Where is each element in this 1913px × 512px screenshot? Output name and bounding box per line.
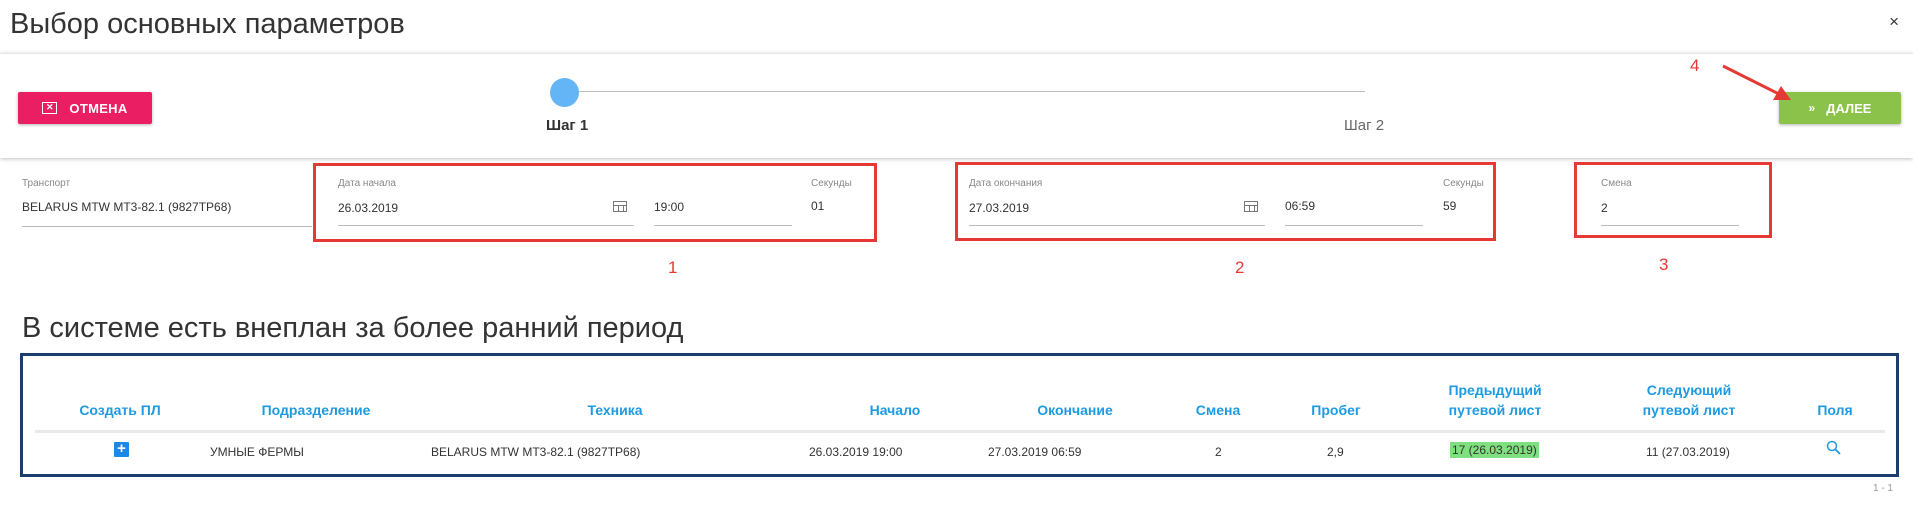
cell-mileage: 2,9 xyxy=(1327,445,1344,459)
cell-prev-waybill[interactable]: 17 (26.03.2019) xyxy=(1450,442,1539,458)
column-header-prev-line2: путевой лист xyxy=(1448,402,1542,418)
cell-shift: 2 xyxy=(1215,445,1222,459)
transport-input[interactable]: BELARUS MTW MT3-82.1 (9827ТР68) xyxy=(22,200,231,214)
calendar-icon[interactable] xyxy=(1244,201,1258,212)
header-divider xyxy=(35,430,1885,433)
start-seconds-value[interactable]: 01 xyxy=(811,199,824,213)
action-bar xyxy=(0,53,1913,158)
annotation-number-3: 3 xyxy=(1659,255,1669,274)
close-box-icon: ✕ xyxy=(42,102,58,114)
annotation-number-2: 2 xyxy=(1235,258,1245,277)
shift-underline xyxy=(1601,225,1739,226)
end-date-input[interactable]: 27.03.2019 xyxy=(969,201,1029,215)
start-date-input[interactable]: 26.03.2019 xyxy=(338,201,398,215)
cancel-button-label: ОТМЕНА xyxy=(69,100,128,116)
column-header-prev-line1: Предыдущий xyxy=(1448,382,1542,398)
column-header-shift[interactable]: Смена xyxy=(1178,400,1258,420)
annotation-arrow xyxy=(1722,64,1791,100)
column-header-prev-waybill[interactable]: Предыдущий путевой лист xyxy=(1420,380,1570,420)
column-header-start[interactable]: Начало xyxy=(840,400,950,420)
end-seconds-label: Секунды xyxy=(1443,178,1484,189)
shift-label: Смена xyxy=(1601,178,1632,189)
column-header-mileage[interactable]: Пробег xyxy=(1296,400,1376,420)
end-time-input[interactable]: 06:59 xyxy=(1285,199,1315,213)
cancel-button[interactable]: ✕ ОТМЕНА xyxy=(18,92,152,124)
search-icon[interactable] xyxy=(1826,440,1841,455)
column-header-division[interactable]: Подразделение xyxy=(236,400,396,420)
column-header-vehicle[interactable]: Техника xyxy=(520,400,710,420)
end-date-label: Дата окончания xyxy=(969,178,1043,189)
column-header-next-line1: Следующий xyxy=(1646,382,1732,398)
annotation-number-1: 1 xyxy=(668,258,678,277)
double-chevron-right-icon: » xyxy=(1808,101,1816,115)
add-waybill-button[interactable]: + xyxy=(114,441,129,457)
prev-waybill-highlight: 17 (26.03.2019) xyxy=(1450,442,1539,458)
next-button-label: ДАЛЕЕ xyxy=(1826,100,1872,116)
transport-label: Транспорт xyxy=(22,178,71,189)
shift-input[interactable]: 2 xyxy=(1601,201,1608,215)
cell-start: 26.03.2019 19:00 xyxy=(809,445,903,459)
cell-next-waybill[interactable]: 11 (27.03.2019) xyxy=(1646,445,1730,459)
next-button[interactable]: » ДАЛЕЕ xyxy=(1779,92,1901,124)
step-1-label: Шаг 1 xyxy=(546,117,589,134)
transport-underline xyxy=(22,226,312,227)
step-2-label[interactable]: Шаг 2 xyxy=(1344,117,1384,134)
annotation-number-4: 4 xyxy=(1690,56,1700,75)
close-icon[interactable]: × xyxy=(1889,12,1899,32)
start-seconds-label: Секунды xyxy=(811,178,852,189)
column-header-fields[interactable]: Поля xyxy=(1800,400,1870,420)
pagination-info: 1 - 1 xyxy=(1872,483,1893,494)
end-seconds-value[interactable]: 59 xyxy=(1443,199,1456,213)
cell-end: 27.03.2019 06:59 xyxy=(988,445,1082,459)
cell-vehicle: BELARUS MTW MT3-82.1 (9827ТР68) xyxy=(431,445,641,459)
calendar-icon[interactable] xyxy=(613,201,627,212)
annotation-box-3 xyxy=(1574,162,1772,238)
stepper-handle[interactable] xyxy=(550,78,579,107)
section-title: В системе есть внеплан за более ранний п… xyxy=(22,312,684,344)
column-header-create[interactable]: Создать ПЛ xyxy=(60,400,180,420)
start-time-underline xyxy=(654,225,792,226)
dialog-title: Выбор основных параметров xyxy=(10,8,405,40)
start-date-label: Дата начала xyxy=(338,178,396,189)
title-divider xyxy=(0,53,1913,54)
annotation-box-2 xyxy=(955,162,1496,241)
column-header-next-line2: путевой лист xyxy=(1642,402,1736,418)
end-time-underline xyxy=(1285,225,1423,226)
column-header-next-waybill[interactable]: Следующий путевой лист xyxy=(1614,380,1764,420)
start-date-underline xyxy=(338,225,634,226)
column-header-end[interactable]: Окончание xyxy=(1015,400,1135,420)
cell-division: УМНЫЕ ФЕРМЫ xyxy=(210,445,304,459)
end-date-underline xyxy=(969,225,1265,226)
start-time-input[interactable]: 19:00 xyxy=(654,200,684,214)
stepper-line xyxy=(565,91,1365,92)
